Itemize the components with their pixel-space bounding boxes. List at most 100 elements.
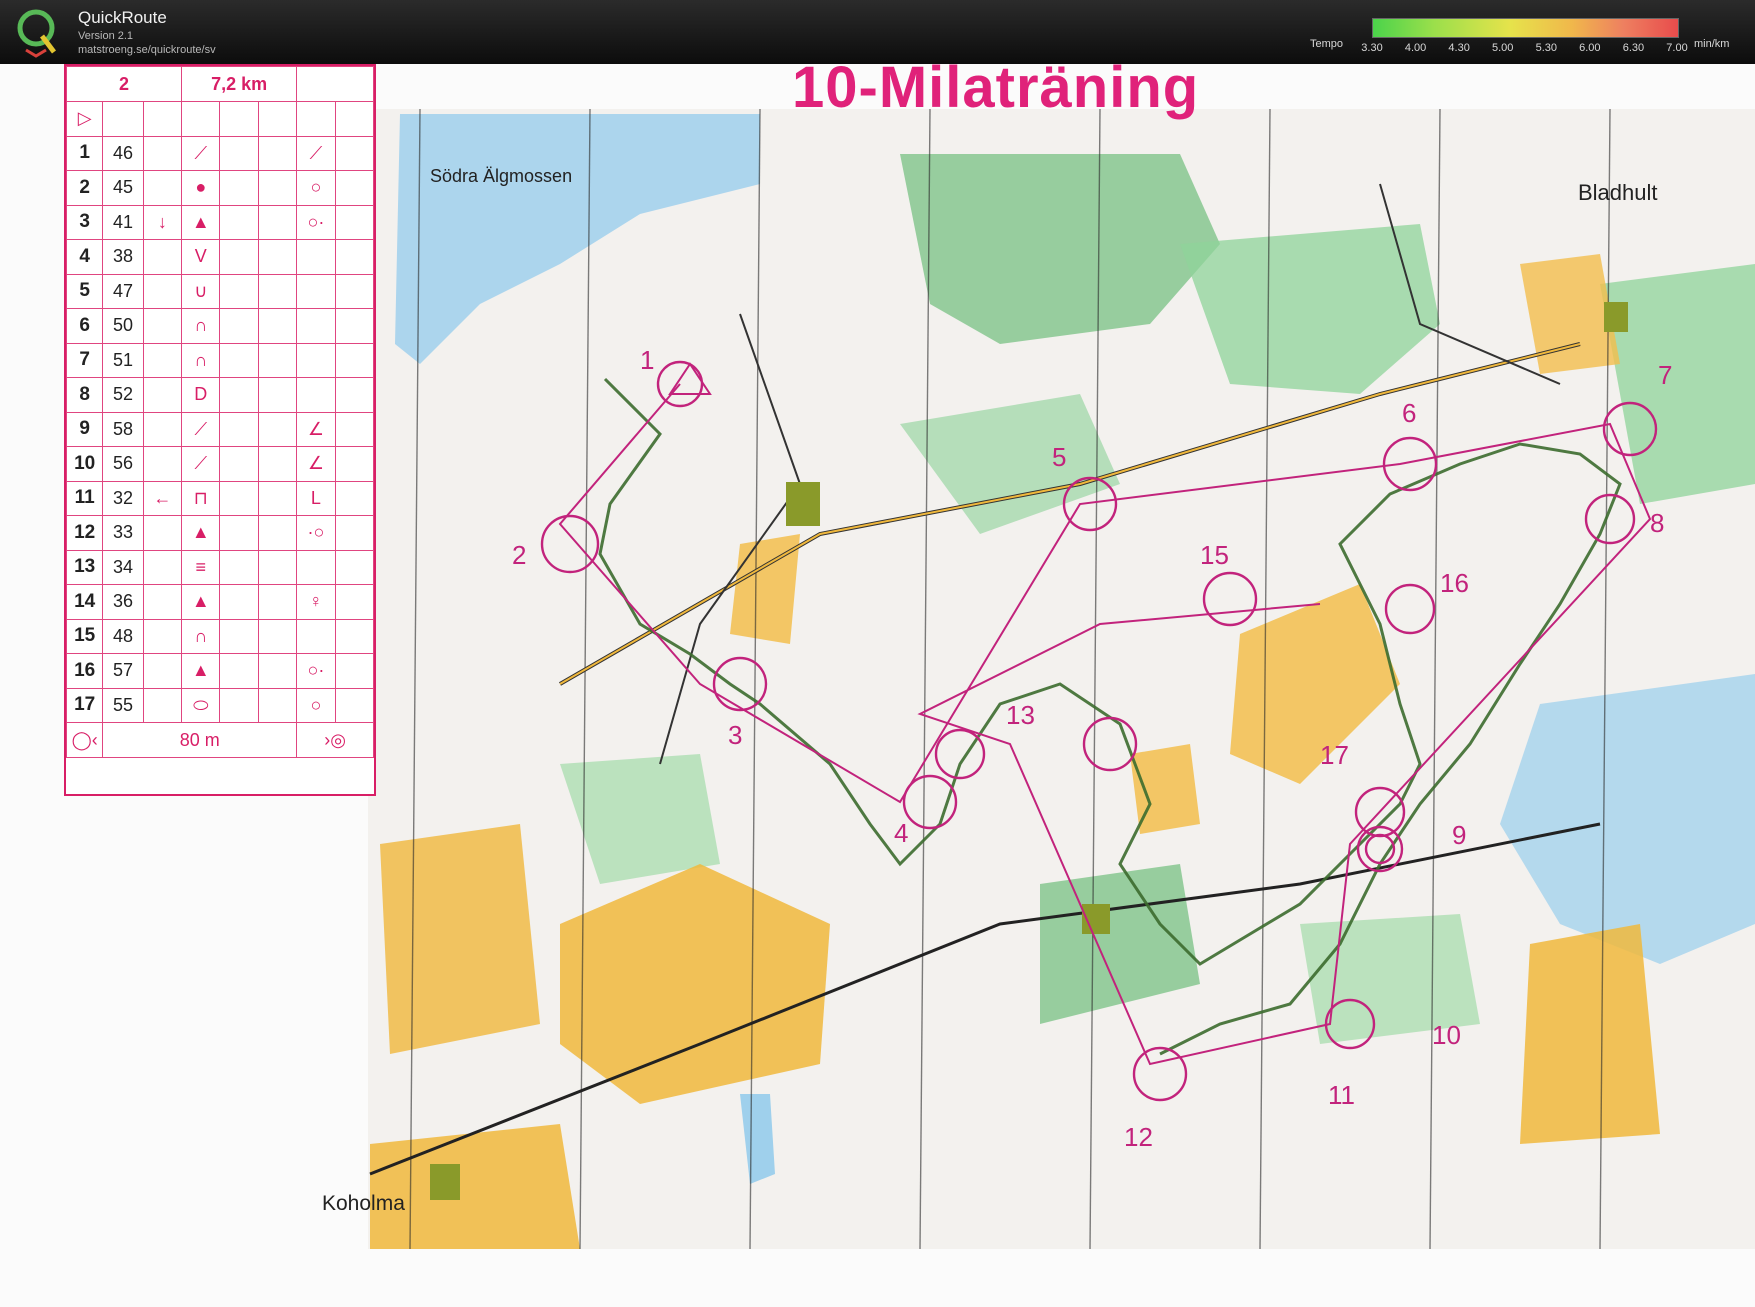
direction-symbol	[142, 273, 183, 309]
control-number-cell: 14	[65, 584, 104, 620]
direction-symbol	[142, 618, 183, 654]
feature-symbol: ●	[181, 170, 221, 206]
empty-cell	[334, 170, 375, 206]
control-number: 12	[1124, 1122, 1153, 1152]
finish-row: ◯‹ 80 m ›◎	[65, 722, 374, 758]
control-code-cell: 45	[102, 170, 144, 206]
feature-symbol: D	[181, 377, 221, 413]
location-symbol	[296, 239, 336, 275]
empty-cell	[219, 584, 259, 620]
control-number: 16	[1440, 568, 1469, 598]
empty-cell	[257, 480, 298, 516]
empty-cell	[219, 308, 259, 344]
start-triangle-icon: ▷	[65, 101, 104, 137]
tempo-tick: 6.00	[1579, 42, 1601, 54]
location-symbol: ○	[296, 170, 336, 206]
control-row: 3 41 ↓ ▲ ○·	[65, 204, 375, 240]
empty-cell	[219, 480, 259, 516]
feature-symbol: ⬭	[181, 687, 221, 723]
empty-cell	[257, 446, 298, 482]
control-row: 16 57 ▲ ○·	[65, 653, 375, 689]
location-symbol	[296, 308, 336, 344]
control-row: 17 55 ⬭ ○	[65, 687, 375, 723]
control-row: 14 36 ▲ ♀	[65, 584, 375, 620]
empty-cell	[257, 342, 298, 378]
location-symbol: ○	[296, 687, 336, 723]
control-number-cell: 13	[65, 549, 104, 585]
quickroute-header: QuickRoute Version 2.1 matstroeng.se/qui…	[0, 0, 1755, 64]
direction-symbol	[142, 239, 183, 275]
finish-distance: 80 m	[102, 722, 298, 758]
tempo-tick: 6.30	[1622, 42, 1645, 54]
tempo-tick: 5.30	[1535, 42, 1557, 54]
empty-cell	[257, 618, 298, 654]
control-row: 12 33 ▲ ·○	[65, 515, 375, 551]
direction-symbol	[142, 135, 183, 171]
control-row: 13 34 ≡	[65, 549, 375, 585]
tempo-unit: min/km	[1694, 38, 1730, 50]
control-row: 6 50 ∩	[65, 308, 375, 344]
empty-cell	[219, 135, 259, 171]
control-number-cell: 1	[65, 135, 104, 171]
control-row: 4 38 V	[65, 239, 375, 275]
empty-cell	[334, 204, 375, 240]
control-code-cell: 48	[102, 618, 144, 654]
control-code-cell: 58	[102, 411, 144, 447]
location-symbol	[296, 377, 336, 413]
control-rows: 1 46 ⟋ ⟋ 2 45 ● ○ 3 41 ↓ ▲ ○· 4 38 V 5 47 ∪ 6 50 ∩ 7 51 ∩ 8 52 D 9 58…	[65, 135, 375, 723]
feature-symbol: ▲	[181, 204, 221, 240]
control-code-cell: 51	[102, 342, 144, 378]
location-symbol	[296, 618, 336, 654]
location-symbol: ♀	[296, 584, 336, 620]
empty-cell	[334, 239, 375, 275]
empty-cell	[257, 204, 298, 240]
control-number: 11	[1328, 1080, 1355, 1110]
control-description-table: 2 7,2 km ▷ 1 46 ⟋ ⟋ 2 45 ● ○ 3 41 ↓ ▲ ○· 4 38 V 5 47 ∪ 6 50 ∩…	[65, 66, 375, 758]
empty-cell	[334, 584, 375, 620]
tempo-color-bar	[1372, 18, 1679, 38]
control-number: 15	[1200, 540, 1229, 570]
direction-symbol	[142, 549, 183, 585]
empty-cell	[334, 411, 375, 447]
control-number: 2	[512, 540, 526, 570]
control-number-cell: 11	[65, 480, 104, 516]
control-number-cell: 7	[65, 342, 104, 378]
control-number: 8	[1650, 508, 1664, 538]
empty-cell	[219, 653, 259, 689]
empty-cell	[219, 687, 259, 723]
empty-cell	[334, 515, 375, 551]
quickroute-logo-icon	[17, 9, 56, 58]
app-version: Version 2.1	[78, 30, 134, 42]
tempo-legend-label: Tempo	[1310, 38, 1344, 50]
start-row: ▷	[65, 101, 375, 137]
app-url[interactable]: matstroeng.se/quickroute/sv	[78, 44, 216, 56]
location-symbol	[296, 549, 336, 585]
course-number: 2	[65, 66, 183, 102]
control-number-cell: 3	[65, 204, 104, 240]
location-symbol: ·○	[296, 515, 336, 551]
direction-symbol	[142, 342, 183, 378]
control-number: 10	[1432, 1020, 1461, 1050]
control-number: 3	[728, 720, 742, 750]
direction-symbol: ↓	[142, 204, 183, 240]
empty-cell	[334, 342, 375, 378]
empty-cell	[257, 584, 298, 620]
empty-cell	[334, 135, 375, 171]
empty-cell	[334, 618, 375, 654]
control-number: 13	[1006, 700, 1035, 730]
control-row: 2 45 ● ○	[65, 170, 375, 206]
location-symbol	[296, 273, 336, 309]
feature-symbol: ⟋	[181, 411, 221, 447]
empty-cell	[257, 515, 298, 551]
empty-cell	[257, 308, 298, 344]
control-code-cell: 32	[102, 480, 144, 516]
empty-cell	[219, 342, 259, 378]
location-symbol: ∠	[296, 411, 336, 447]
control-number: 7	[1658, 360, 1672, 390]
empty-cell	[219, 273, 259, 309]
empty-cell	[334, 446, 375, 482]
control-code-cell: 34	[102, 549, 144, 585]
feature-symbol: ▲	[181, 515, 221, 551]
empty-cell	[219, 377, 259, 413]
empty-cell	[334, 653, 375, 689]
